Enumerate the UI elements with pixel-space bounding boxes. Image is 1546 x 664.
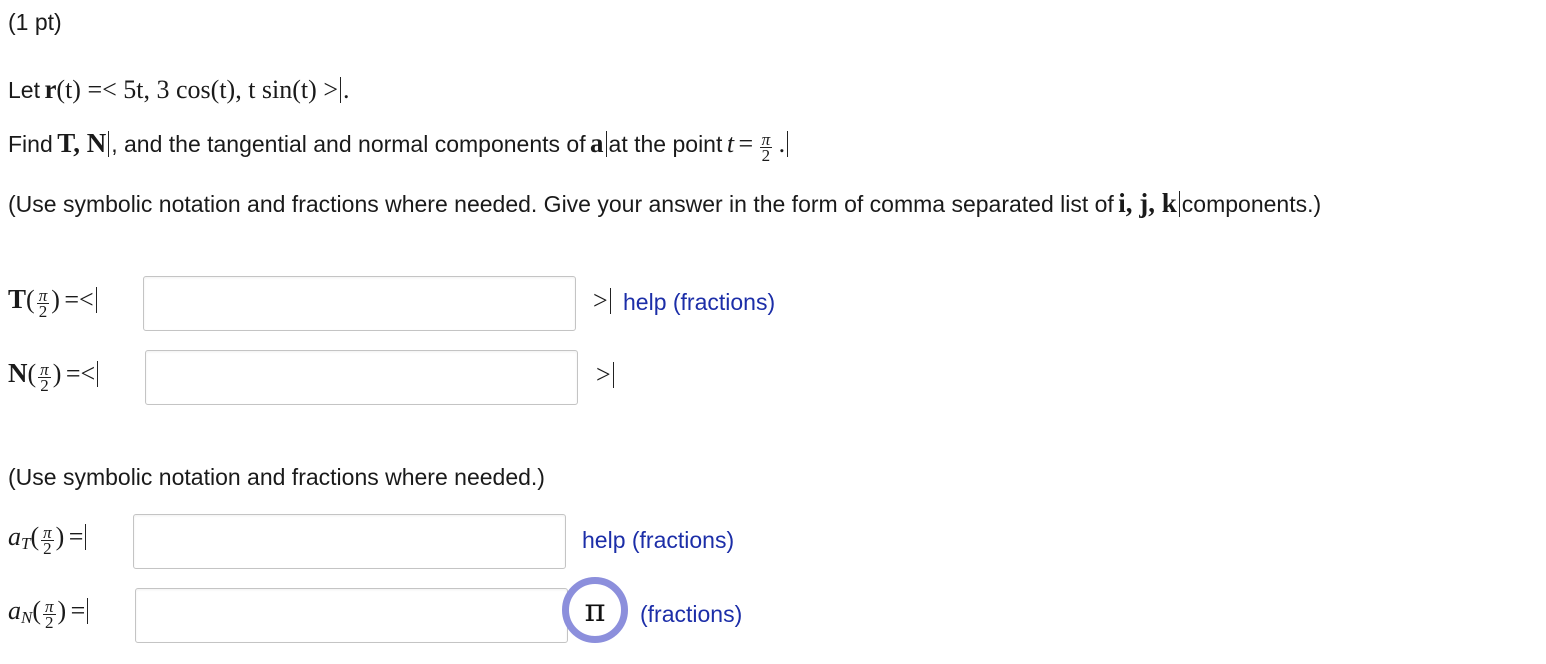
pi-symbol-button[interactable]: π	[562, 577, 628, 643]
aN-label: aN(π 2) =	[8, 596, 90, 631]
fractions-link-aN[interactable]: (fractions)	[640, 599, 742, 629]
find-text-2: at the point	[608, 131, 723, 157]
text-cursor	[605, 131, 607, 157]
tn-symbols: T, N	[57, 128, 107, 158]
pi-over-2-fraction: π2	[759, 130, 773, 166]
problem-statement-r: Let r(t) =< 5t, 3 cos(t), t sin(t) >.	[8, 74, 349, 105]
pi-icon: π	[584, 591, 606, 629]
text-cursor	[1178, 191, 1180, 217]
text-cursor	[612, 362, 614, 388]
r-symbol: r	[44, 74, 57, 104]
text-cursor	[339, 77, 341, 103]
let-word: Let	[8, 77, 40, 103]
text-cursor	[85, 524, 87, 550]
aN-answer-input[interactable]	[135, 588, 568, 643]
T-answer-input[interactable]	[143, 276, 576, 331]
t-variable: t	[726, 129, 735, 158]
find-word: Find	[8, 131, 53, 157]
equals-sign: =	[738, 129, 754, 158]
instructions-ijk: (Use symbolic notation and fractions whe…	[8, 188, 1322, 218]
r-definition: (t) =< 5t, 3 cos(t), t sin(t) >	[56, 75, 338, 104]
a-symbol: a	[590, 128, 604, 158]
aT-label: aT(π 2) =	[8, 522, 88, 557]
help-fractions-link-T[interactable]: help (fractions)	[623, 287, 775, 317]
aT-answer-input[interactable]	[133, 514, 566, 569]
T-label: T(π 2) =<	[8, 284, 99, 320]
N-label: N(π 2) =<	[8, 358, 100, 394]
points-label: (1 pt)	[8, 9, 62, 35]
ijk-symbols: i, j, k	[1118, 188, 1177, 218]
text-cursor	[787, 131, 789, 157]
N-answer-input[interactable]	[145, 350, 578, 405]
period: .	[342, 75, 350, 104]
T-vector-close: >	[593, 286, 613, 316]
period: .	[778, 129, 786, 158]
text-cursor	[609, 288, 611, 314]
text-cursor	[87, 598, 89, 624]
problem-statement-find: Find T, N, and the tangential and normal…	[8, 128, 790, 166]
find-text-1: , and the tangential and normal componen…	[111, 131, 586, 157]
text-cursor	[95, 287, 97, 313]
text-cursor	[108, 131, 110, 157]
help-fractions-link-aT[interactable]: help (fractions)	[582, 525, 734, 555]
text-cursor	[97, 361, 99, 387]
N-vector-close: >	[596, 360, 616, 390]
instructions-symbolic: (Use symbolic notation and fractions whe…	[8, 464, 545, 490]
